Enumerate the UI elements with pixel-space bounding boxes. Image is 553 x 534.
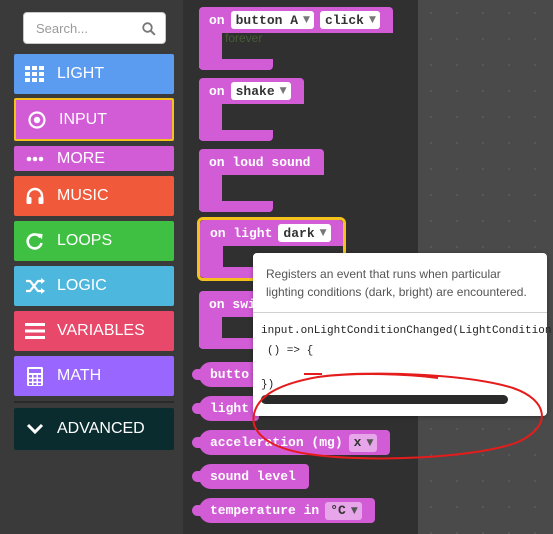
block-text: on light [210, 225, 273, 241]
category-label: ADVANCED [57, 420, 145, 437]
search-input[interactable] [24, 13, 134, 43]
headphones-icon [22, 187, 48, 205]
annotation-underline [304, 373, 322, 375]
dots-icon [22, 156, 48, 162]
category-loops[interactable]: LOOPS [14, 221, 174, 261]
category-advanced[interactable]: ADVANCED [14, 408, 174, 450]
toolbox-divider [14, 401, 174, 403]
forever-ghost-label: forever [225, 31, 263, 45]
category-label: MUSIC [57, 187, 109, 204]
redaction-bar [261, 395, 508, 404]
category-input[interactable]: INPUT [14, 98, 174, 141]
grid-icon [22, 66, 48, 82]
block-on-gesture[interactable]: on shake ▼ [199, 78, 304, 141]
event-dropdown[interactable]: click ▼ [319, 11, 380, 29]
block-button-is-pressed[interactable]: butto [192, 362, 259, 387]
light-condition-dropdown[interactable]: dark ▼ [278, 224, 331, 242]
category-label: INPUT [59, 110, 107, 128]
category-math[interactable]: MATH [14, 356, 174, 396]
unit-dropdown[interactable]: °C ▼ [325, 501, 362, 520]
category-logic[interactable]: LOGIC [14, 266, 174, 306]
list-icon [22, 323, 48, 339]
gesture-dropdown[interactable]: shake ▼ [230, 82, 291, 100]
category-more[interactable]: MORE [14, 146, 174, 171]
tooltip-code-line-2: () => { [267, 345, 314, 357]
block-text: acceleration (mg) [210, 435, 343, 450]
category-label: MORE [57, 149, 105, 167]
category-label: LOOPS [57, 232, 113, 249]
block-temperature[interactable]: temperature in °C ▼ [192, 498, 375, 523]
block-text: temperature in [210, 503, 320, 518]
chevron-down-icon [22, 423, 48, 435]
search-icon[interactable] [142, 22, 156, 41]
tooltip-description: Registers an event that runs when partic… [266, 267, 527, 299]
tooltip-divider [253, 312, 547, 313]
block-acceleration[interactable]: acceleration (mg) x ▼ [192, 430, 390, 455]
block-text: on [209, 83, 225, 99]
block-text: light [210, 401, 250, 416]
search-box[interactable] [23, 12, 166, 44]
block-text: butto [210, 367, 250, 382]
toolbox: LIGHT INPUT MORE MUSIC LOOPS LOGIC [0, 0, 183, 534]
target-icon [24, 110, 50, 129]
category-label: MATH [57, 367, 102, 384]
block-on-switch[interactable]: on swi [199, 291, 273, 349]
refresh-icon [22, 232, 48, 250]
block-text: on swi [209, 296, 256, 312]
button-dropdown[interactable]: button A ▼ [230, 11, 314, 29]
category-label: LOGIC [57, 277, 107, 294]
block-on-button-pressed[interactable]: on button A ▼ click ▼ forever [199, 7, 393, 70]
block-on-loud-sound[interactable]: on loud sound [199, 149, 324, 212]
shuffle-icon [22, 278, 48, 294]
category-variables[interactable]: VARIABLES [14, 311, 174, 351]
block-sound-level[interactable]: sound level [192, 464, 309, 489]
block-tooltip: Registers an event that runs when partic… [253, 253, 553, 416]
category-label: LIGHT [57, 65, 105, 82]
block-text: on [209, 12, 225, 28]
category-label: VARIABLES [57, 322, 145, 339]
category-light[interactable]: LIGHT [14, 54, 174, 94]
block-light-level[interactable]: light [192, 396, 259, 421]
block-text: sound level [210, 469, 296, 484]
axis-dropdown[interactable]: x ▼ [348, 433, 378, 452]
calculator-icon [22, 366, 48, 386]
tooltip-code-line-1: input.onLightConditionChanged(LightCondi… [261, 325, 553, 337]
category-music[interactable]: MUSIC [14, 176, 174, 216]
tooltip-code-line-3: }) [261, 379, 275, 391]
block-text: on loud sound [209, 154, 311, 170]
